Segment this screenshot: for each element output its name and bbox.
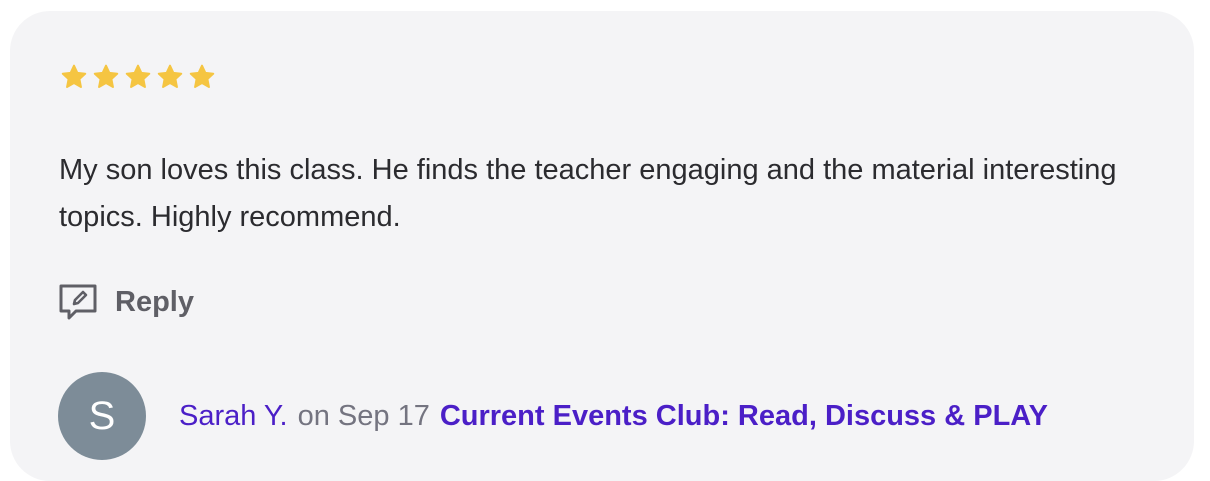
class-title-link[interactable]: Current Events Club: Read, Discuss & PLA… bbox=[440, 400, 1048, 433]
review-footer: S Sarah Y. on Sep 17 Current Events Club… bbox=[58, 372, 1048, 460]
review-card: My son loves this class. He finds the te… bbox=[10, 11, 1194, 481]
star-icon bbox=[61, 64, 87, 88]
review-text: My son loves this class. He finds the te… bbox=[59, 154, 1117, 233]
avatar: S bbox=[58, 372, 146, 460]
star-rating bbox=[59, 63, 217, 91]
review-date: on Sep 17 bbox=[297, 399, 430, 432]
reply-button[interactable]: Reply bbox=[57, 281, 194, 323]
star-icon bbox=[125, 64, 151, 88]
star-icon bbox=[93, 64, 119, 88]
star-icon bbox=[157, 64, 183, 88]
author-name-link[interactable]: Sarah Y. bbox=[179, 400, 288, 433]
star-icon bbox=[189, 64, 215, 88]
reply-label: Reply bbox=[115, 285, 194, 318]
reply-comment-icon bbox=[59, 284, 97, 320]
